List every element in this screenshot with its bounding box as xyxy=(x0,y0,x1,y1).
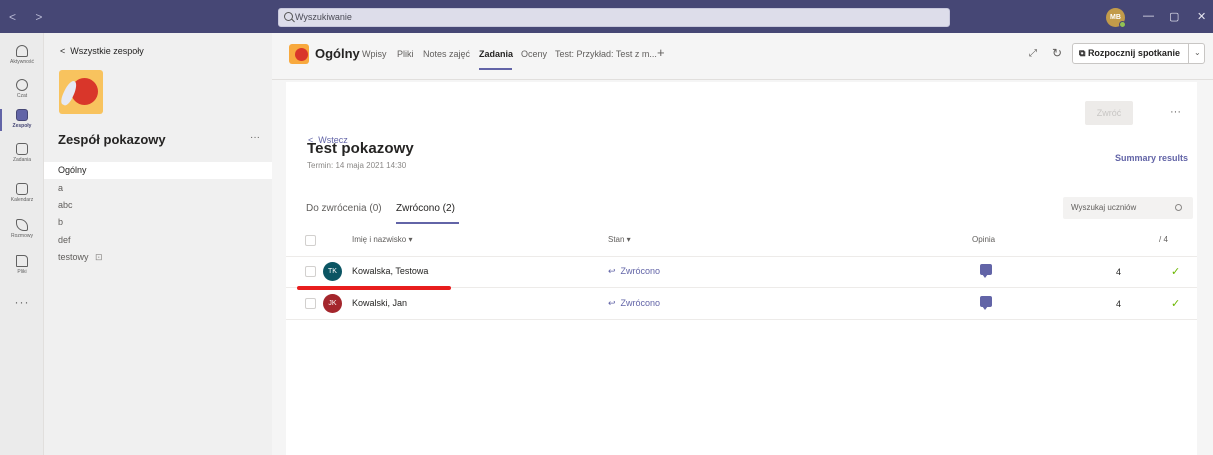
student-search-placeholder: Wyszukaj uczniów xyxy=(1071,203,1137,212)
tab-returned[interactable]: Zwrócono (2) xyxy=(396,203,455,214)
lock-icon: ⊡ xyxy=(95,252,103,262)
assignment-title: Test pokazowy xyxy=(307,140,414,157)
team-more-button[interactable]: ··· xyxy=(250,132,260,143)
grade-value[interactable]: 4 xyxy=(1116,267,1121,277)
rail-item-teams[interactable]: Zespoły xyxy=(0,109,44,131)
search-icon xyxy=(1175,204,1182,211)
user-avatar[interactable]: MB xyxy=(1106,8,1126,28)
annotation-underline xyxy=(297,286,451,290)
channel-item-def[interactable]: def xyxy=(44,232,272,249)
all-teams-link[interactable]: < Wszystkie zespoły xyxy=(60,46,144,56)
return-button[interactable]: Zwróć xyxy=(1085,101,1133,125)
column-header-feedback: Opinia xyxy=(972,235,996,244)
more-options-button[interactable]: ··· xyxy=(1170,106,1181,118)
feedback-icon[interactable] xyxy=(980,264,992,278)
tab-posts[interactable]: Wpisy xyxy=(362,49,387,59)
grade-value[interactable]: 4 xyxy=(1116,299,1121,309)
chevron-left-icon: < xyxy=(60,46,71,56)
chevron-down-icon[interactable]: ⌄ xyxy=(1194,48,1201,57)
add-tab-button[interactable]: + xyxy=(657,45,665,60)
teams-icon xyxy=(16,109,28,121)
active-tab-indicator xyxy=(479,68,512,70)
minimize-button[interactable]: — xyxy=(1143,10,1154,22)
channel-item-general[interactable]: Ogólny xyxy=(44,162,272,179)
tab-test[interactable]: Test: Przykład: Test z m... xyxy=(555,49,657,59)
avatar: TK xyxy=(323,262,342,281)
bowling-ball-icon xyxy=(295,48,308,61)
presence-icon xyxy=(1119,21,1126,28)
rail-item-calendar[interactable]: Kalendarz xyxy=(0,183,44,203)
student-name: Kowalska, Testowa xyxy=(352,266,429,276)
row-checkbox[interactable] xyxy=(305,266,316,277)
channel-item-a[interactable]: a xyxy=(44,180,272,197)
check-icon: ✓ xyxy=(1171,266,1181,278)
rail-item-chat[interactable]: Czat xyxy=(0,79,44,99)
rail-item-calls[interactable]: Rozmowy xyxy=(0,219,44,239)
channel-logo xyxy=(289,44,309,64)
status-returned[interactable]: ↩ Zwrócono xyxy=(608,266,660,277)
rail-item-files[interactable]: Pliki xyxy=(0,255,44,275)
team-logo xyxy=(59,70,103,114)
tab-class-notebook[interactable]: Notes zajęć xyxy=(423,49,470,59)
chat-icon xyxy=(16,79,28,91)
team-name: Zespół pokazowy xyxy=(58,132,166,147)
active-subtab-indicator xyxy=(396,222,459,224)
column-header-status[interactable]: Stan ▾ xyxy=(608,235,631,244)
student-name: Kowalski, Jan xyxy=(352,298,408,308)
file-icon xyxy=(16,255,28,267)
channel-item-b[interactable]: b xyxy=(44,214,272,231)
tab-files[interactable]: Pliki xyxy=(397,49,414,59)
column-header-name[interactable]: Imię i nazwisko ▾ xyxy=(352,235,412,244)
table-row[interactable]: JK Kowalski, Jan ↩ Zwrócono 4 ✓ xyxy=(286,288,1197,320)
tab-to-return[interactable]: Do zwrócenia (0) xyxy=(306,203,382,214)
close-button[interactable]: ✕ xyxy=(1197,10,1206,23)
tab-grades[interactable]: Oceny xyxy=(521,49,547,59)
status-returned[interactable]: ↩ Zwrócono xyxy=(608,298,660,309)
tab-assignments[interactable]: Zadania xyxy=(479,49,513,59)
check-icon: ✓ xyxy=(1171,298,1181,310)
more-apps-button[interactable]: ··· xyxy=(0,295,44,309)
rail-item-activity[interactable]: Aktywność xyxy=(0,45,44,65)
refresh-icon[interactable]: ↻ xyxy=(1052,46,1062,60)
history-nav[interactable]: < > xyxy=(9,10,50,24)
app-rail: Aktywność Czat Zespoły Zadania Kalendarz… xyxy=(0,33,44,455)
avatar: JK xyxy=(323,294,342,313)
table-row[interactable]: TK Kowalska, Testowa ↩ Zwrócono 4 ✓ xyxy=(286,256,1197,288)
select-all-checkbox[interactable] xyxy=(305,235,316,246)
bell-icon xyxy=(16,45,28,57)
summary-results-link[interactable]: Summary results xyxy=(1115,153,1188,163)
search-icon xyxy=(284,12,293,21)
column-header-points: / 4 xyxy=(1159,235,1168,244)
channel-item-abc[interactable]: abc xyxy=(44,197,272,214)
video-icon: ⧉ xyxy=(1079,48,1088,58)
return-arrow-icon: ↩ xyxy=(608,298,621,308)
rail-item-assignments[interactable]: Zadania xyxy=(0,143,44,163)
student-search-input[interactable]: Wyszukaj uczniów xyxy=(1063,197,1193,219)
phone-icon xyxy=(16,219,28,231)
search-input[interactable]: Wyszukiwanie xyxy=(278,8,950,27)
feedback-icon[interactable] xyxy=(980,296,992,310)
channel-title: Ogólny xyxy=(315,46,360,61)
title-bar: < > Wyszukiwanie MB — ▢ ✕ xyxy=(0,0,1213,33)
channel-item-testowy[interactable]: testowy ⊡ xyxy=(44,249,272,266)
calendar-icon xyxy=(16,183,28,195)
return-arrow-icon: ↩ xyxy=(608,266,621,276)
team-panel: < Wszystkie zespoły Zespół pokazowy ··· … xyxy=(44,33,272,455)
due-date: Termin: 14 maja 2021 14:30 xyxy=(307,161,407,170)
button-separator xyxy=(1188,44,1189,63)
row-checkbox[interactable] xyxy=(305,298,316,309)
table-header-row: Imię i nazwisko ▾ Stan ▾ Opinia / 4 xyxy=(286,225,1197,257)
expand-icon[interactable]: ⤢ xyxy=(1029,48,1037,59)
channel-header: Ogólny Wpisy Pliki Notes zajęć Zadania O… xyxy=(272,33,1213,80)
assignments-icon xyxy=(16,143,28,155)
start-meeting-button[interactable]: ⧉ Rozpocznij spotkanie ⌄ xyxy=(1072,43,1205,64)
search-placeholder: Wyszukiwanie xyxy=(295,12,352,22)
maximize-button[interactable]: ▢ xyxy=(1169,10,1179,23)
